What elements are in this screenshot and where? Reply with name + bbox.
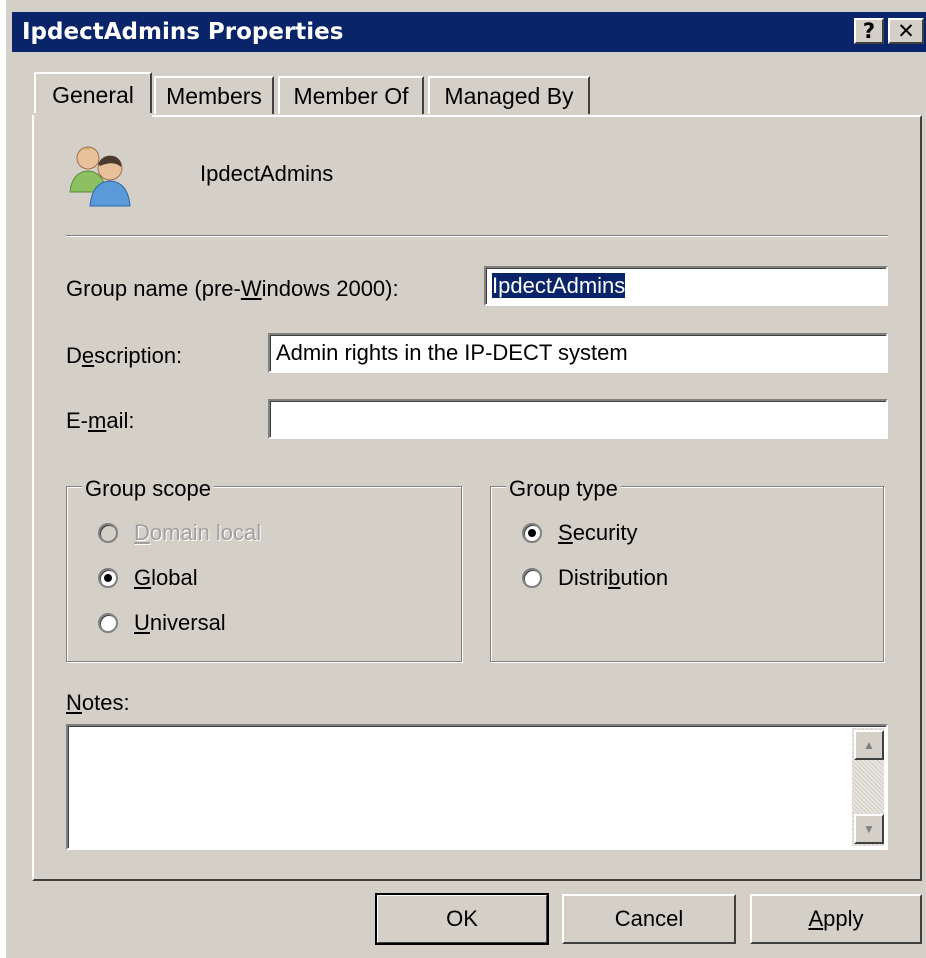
email-label: E-mail: <box>66 408 135 433</box>
arrow-down-icon: ▼ <box>863 822 875 836</box>
active-tab-join <box>34 113 152 119</box>
group-scope-box <box>66 486 462 662</box>
description-field[interactable]: Admin rights in the IP-DECT system <box>268 333 888 373</box>
tab-general-label: General <box>52 81 134 108</box>
distribution-label: Distribution <box>558 565 669 590</box>
user-group-icon <box>64 140 136 208</box>
tab-members[interactable]: Members <box>154 76 274 114</box>
universal-label: Universal <box>134 610 226 635</box>
tab-managed-by[interactable]: Managed By <box>428 76 590 114</box>
apply-button[interactable]: Apply <box>750 894 922 944</box>
radio-global[interactable] <box>98 568 118 588</box>
tab-member-of-label: Member Of <box>293 82 409 109</box>
email-field[interactable] <box>268 399 888 439</box>
cancel-label: Cancel <box>614 906 684 931</box>
window-title: IpdectAdmins Properties <box>22 19 344 45</box>
header-separator <box>66 235 888 237</box>
radio-global-dot <box>104 574 112 582</box>
scroll-up-button[interactable]: ▲ <box>854 730 884 760</box>
tab-managed-by-label: Managed By <box>444 82 574 109</box>
close-button[interactable]: ✕ <box>888 18 924 44</box>
apply-label: Apply <box>808 906 864 931</box>
cancel-button[interactable]: Cancel <box>562 894 736 944</box>
arrow-up-icon: ▲ <box>863 738 875 752</box>
scroll-down-button[interactable]: ▼ <box>854 814 884 844</box>
ok-label: OK <box>446 906 478 931</box>
group-name-label: Group name (pre-Windows 2000): <box>66 276 399 301</box>
radio-domain-local[interactable] <box>98 523 118 543</box>
group-type-box <box>490 486 884 662</box>
radio-distribution[interactable] <box>522 568 542 588</box>
help-button[interactable]: ? <box>854 18 884 44</box>
group-scope-legend: Group scope <box>82 476 214 502</box>
global-label: Global <box>134 565 198 590</box>
tab-members-label: Members <box>166 82 262 109</box>
group-name-field[interactable]: IpdectAdmins <box>484 266 888 306</box>
security-label: Security <box>558 520 638 545</box>
description-value: Admin rights in the IP-DECT system <box>276 340 628 365</box>
notes-textarea[interactable] <box>66 724 888 850</box>
radio-security[interactable] <box>522 523 542 543</box>
domain-local-label: Domain local <box>134 520 262 545</box>
notes-label: Notes: <box>66 690 130 715</box>
group-display-name: IpdectAdmins <box>200 161 334 186</box>
tab-general[interactable]: General <box>34 72 152 116</box>
radio-universal[interactable] <box>98 613 118 633</box>
ok-button[interactable]: OK <box>375 893 549 945</box>
description-label: Description: <box>66 343 183 368</box>
group-name-value: IpdectAdmins <box>492 273 626 298</box>
radio-security-dot <box>528 529 536 537</box>
close-icon: ✕ <box>897 19 915 43</box>
tab-member-of[interactable]: Member Of <box>278 76 424 114</box>
help-icon: ? <box>862 19 876 43</box>
group-type-legend: Group type <box>506 476 621 502</box>
